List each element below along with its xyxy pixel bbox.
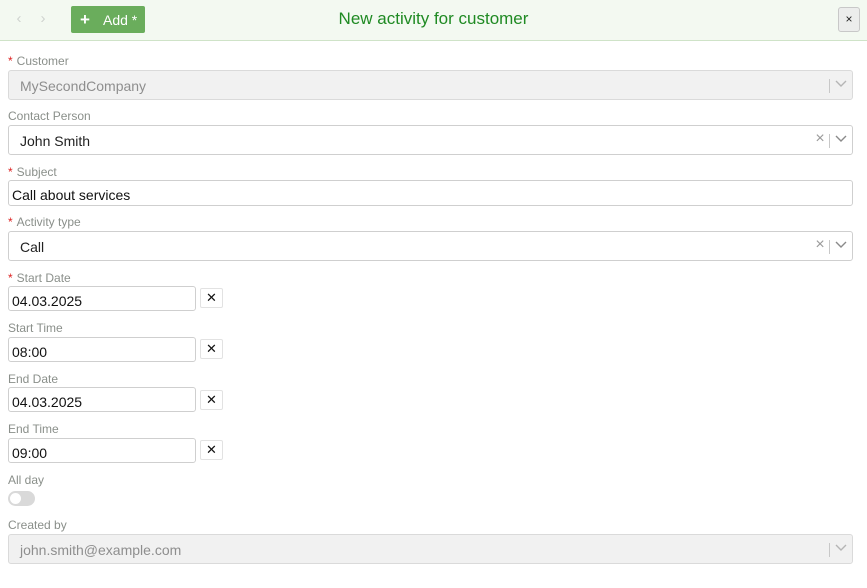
separator xyxy=(829,543,830,557)
chevron-down-icon[interactable] xyxy=(835,132,847,144)
activity-type-value: Call xyxy=(20,239,45,255)
created-by-value: john.smith@example.com xyxy=(20,542,182,558)
clear-end-time-button[interactable]: ✕ xyxy=(200,440,223,460)
chevron-down-icon[interactable] xyxy=(835,541,847,553)
start-date-label: * Start Date xyxy=(8,271,71,285)
dialog-title: New activity for customer xyxy=(338,9,529,28)
clear-end-date-button[interactable]: ✕ xyxy=(200,390,223,410)
separator xyxy=(829,79,830,93)
activity-type-select[interactable]: Call × xyxy=(8,231,853,261)
all-day-label: All day xyxy=(8,473,45,487)
subject-input[interactable]: Call about services xyxy=(8,180,853,206)
separator xyxy=(829,240,830,254)
dialog-header: ‹ › + Add * New activity for customer × xyxy=(0,0,867,41)
contact-person-select[interactable]: John Smith × xyxy=(8,125,853,155)
chevron-down-icon[interactable] xyxy=(835,238,847,250)
required-marker: * xyxy=(8,165,13,179)
end-time-input[interactable]: 09:00 xyxy=(8,438,196,463)
close-button[interactable]: × xyxy=(838,7,860,32)
clear-start-time-button[interactable]: ✕ xyxy=(200,339,223,359)
customer-select[interactable]: MySecondCompany xyxy=(8,70,853,100)
start-time-label: Start Time xyxy=(8,321,63,335)
created-by-select[interactable]: john.smith@example.com xyxy=(8,534,853,564)
all-day-toggle[interactable] xyxy=(8,491,35,506)
clear-icon[interactable]: × xyxy=(814,237,826,253)
end-date-label: End Date xyxy=(8,372,59,386)
toggle-knob xyxy=(10,493,21,504)
customer-label: * Customer xyxy=(8,54,69,68)
subject-label: * Subject xyxy=(8,165,57,179)
start-date-input[interactable]: 04.03.2025 xyxy=(8,286,196,311)
separator xyxy=(829,134,830,148)
customer-value: MySecondCompany xyxy=(20,78,147,94)
contact-person-label: Contact Person xyxy=(8,109,91,123)
clear-icon[interactable]: × xyxy=(814,131,826,147)
required-marker: * xyxy=(8,54,13,68)
end-date-input[interactable]: 04.03.2025 xyxy=(8,387,196,412)
contact-person-value: John Smith xyxy=(20,133,91,149)
clear-start-date-button[interactable]: ✕ xyxy=(200,288,223,308)
required-marker: * xyxy=(8,215,13,229)
start-time-input[interactable]: 08:00 xyxy=(8,337,196,362)
required-marker: * xyxy=(8,271,13,285)
chevron-down-icon[interactable] xyxy=(835,77,847,89)
created-by-label: Created by xyxy=(8,518,67,532)
end-time-label: End Time xyxy=(8,422,59,436)
activity-type-label: * Activity type xyxy=(8,215,81,229)
